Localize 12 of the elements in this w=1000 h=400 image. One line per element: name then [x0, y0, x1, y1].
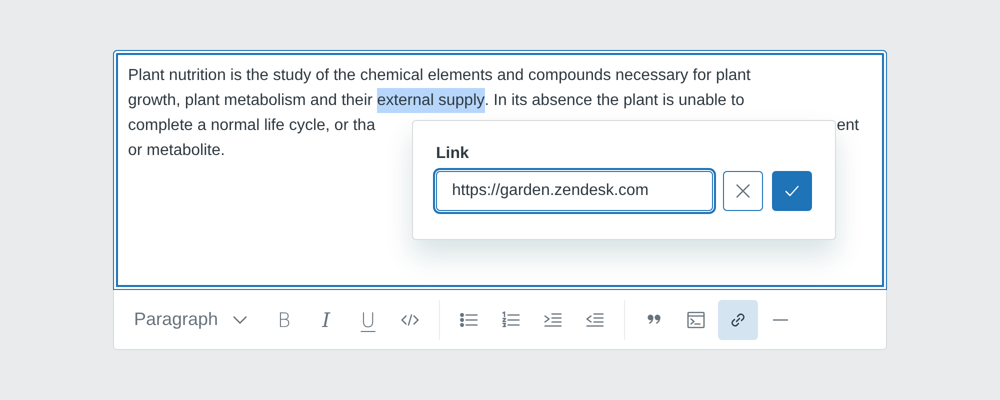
link-button[interactable] [718, 300, 758, 340]
url-input-field[interactable]: https://garden.zendesk.com [436, 171, 714, 211]
dash-icon [772, 318, 788, 320]
confirm-button[interactable] [772, 171, 812, 211]
italic-button[interactable]: I [306, 300, 346, 340]
numbered-list-icon [501, 310, 522, 330]
field-label: Link [436, 145, 469, 163]
cancel-button[interactable] [723, 171, 764, 211]
paragraph-dropdown[interactable]: Paragraph [122, 300, 260, 340]
bold-button[interactable]: B [264, 300, 304, 340]
underline-button[interactable]: U [348, 300, 388, 340]
terminal-icon [686, 310, 706, 330]
